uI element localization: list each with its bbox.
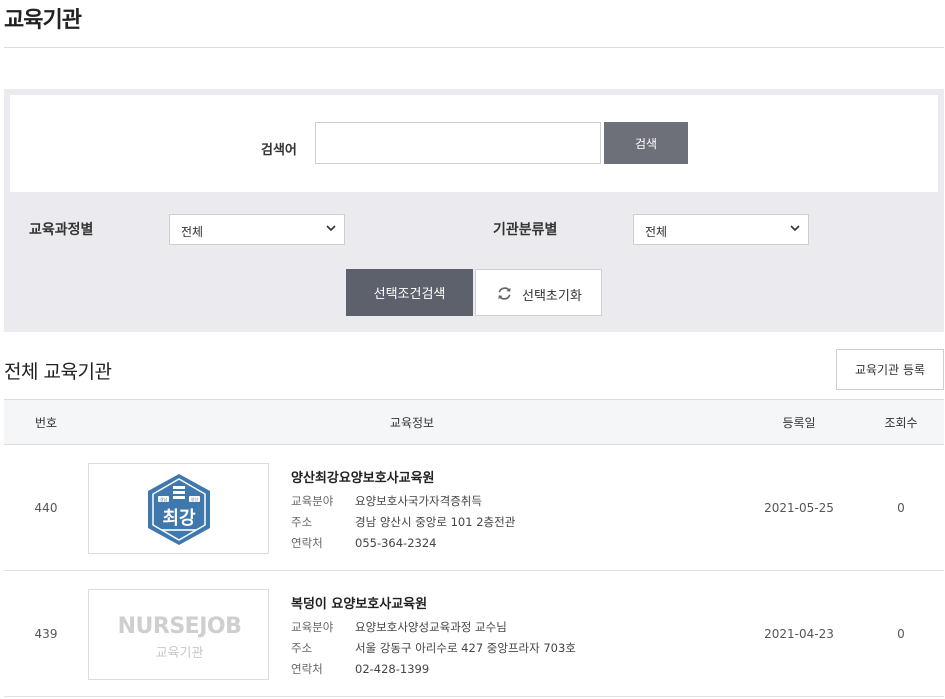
search-input[interactable] xyxy=(315,122,601,164)
table-row[interactable]: 440 경남 양산 최강 양산최강요양보호사교육원 교육분야 요양보호사국가자격증… xyxy=(4,445,944,571)
category-filter-select[interactable]: 전체 xyxy=(633,214,809,245)
logo-tag-left: 경남 xyxy=(160,496,168,502)
field-line: 교육분야 요양보호사양성교육과정 교수님 xyxy=(291,619,507,635)
address-line: 주소 서울 강동구 아리수로 427 중앙프라자 703호 xyxy=(291,640,576,656)
column-header-date: 등록일 xyxy=(782,416,816,430)
row-views: 0 xyxy=(897,501,905,515)
institution-name[interactable]: 양산최강요양보호사교육원 xyxy=(291,467,435,486)
course-filter-value: 전체 xyxy=(181,225,204,239)
address-value: 서울 강동구 아리수로 427 중앙프라자 703호 xyxy=(355,641,576,655)
field-key: 교육분야 xyxy=(291,620,334,634)
column-header-views: 조회수 xyxy=(884,416,918,430)
field-key: 교육분야 xyxy=(291,494,334,508)
row-date: 2021-04-23 xyxy=(764,627,834,641)
search-button[interactable]: 검색 xyxy=(604,122,688,164)
category-filter-value: 전체 xyxy=(645,225,668,239)
title-divider xyxy=(4,47,944,48)
reset-filters-label: 선택초기화 xyxy=(522,289,582,304)
institution-name[interactable]: 복덩이 요양보호사교육원 xyxy=(291,593,427,612)
contact-value: 02-428-1399 xyxy=(355,662,430,676)
institution-thumbnail[interactable]: NURSEJOB 교육기관 xyxy=(88,589,269,680)
address-key: 주소 xyxy=(291,515,313,529)
contact-key: 연락처 xyxy=(291,662,323,676)
column-header-number: 번호 xyxy=(34,416,58,430)
contact-line: 연락처 055-364-2324 xyxy=(291,535,436,551)
chevron-down-icon xyxy=(790,225,800,232)
address-line: 주소 경남 양산시 중앙로 101 2층전관 xyxy=(291,514,515,530)
address-value: 경남 양산시 중앙로 101 2층전관 xyxy=(355,515,516,529)
contact-line: 연락처 02-428-1399 xyxy=(291,661,429,677)
table-header: 번호 교육정보 등록일 조회수 xyxy=(4,399,944,445)
column-header-info: 교육정보 xyxy=(389,416,435,430)
row-views: 0 xyxy=(897,627,905,641)
address-key: 주소 xyxy=(291,641,313,655)
row-number: 439 xyxy=(34,627,58,641)
filter-panel: 검색어 검색 교육과정별 전체 기관분류별 전체 선택조건검색 선택초기화 xyxy=(4,89,944,332)
field-value: 요양보호사양성교육과정 교수님 xyxy=(355,620,507,634)
contact-value: 055-364-2324 xyxy=(355,536,437,550)
section-title: 전체 교육기관 xyxy=(4,361,112,383)
field-value: 요양보호사국가자격증취득 xyxy=(355,494,482,508)
search-label: 검색어 xyxy=(261,143,297,158)
page-title: 교육기관 xyxy=(4,8,82,33)
chevron-down-icon xyxy=(326,225,336,232)
reset-filters-button[interactable]: 선택초기화 xyxy=(475,269,602,316)
row-number: 440 xyxy=(34,501,58,515)
contact-key: 연락처 xyxy=(291,536,323,550)
institution-logo: NURSEJOB xyxy=(117,614,242,639)
institution-thumbnail[interactable]: 경남 양산 최강 xyxy=(88,463,269,554)
institution-logo-sub: 교육기관 xyxy=(155,646,204,661)
apply-filters-button[interactable]: 선택조건검색 xyxy=(346,269,473,316)
logo-text: 최강 xyxy=(162,508,196,529)
register-institution-button[interactable]: 교육기관 등록 xyxy=(836,349,944,390)
logo-tag-right: 양산 xyxy=(191,496,199,502)
search-box: 검색어 검색 xyxy=(10,95,938,192)
course-filter-select[interactable]: 전체 xyxy=(169,214,345,245)
course-filter-label: 교육과정별 xyxy=(29,222,94,238)
institution-logo: 경남 양산 최강 xyxy=(148,474,210,545)
category-filter-label: 기관분류별 xyxy=(493,222,558,238)
refresh-icon xyxy=(498,287,511,300)
table-row[interactable]: 439 NURSEJOB 교육기관 복덩이 요양보호사교육원 교육분야 요양보호사… xyxy=(4,571,944,697)
field-line: 교육분야 요양보호사국가자격증취득 xyxy=(291,493,482,509)
row-date: 2021-05-25 xyxy=(764,501,834,515)
